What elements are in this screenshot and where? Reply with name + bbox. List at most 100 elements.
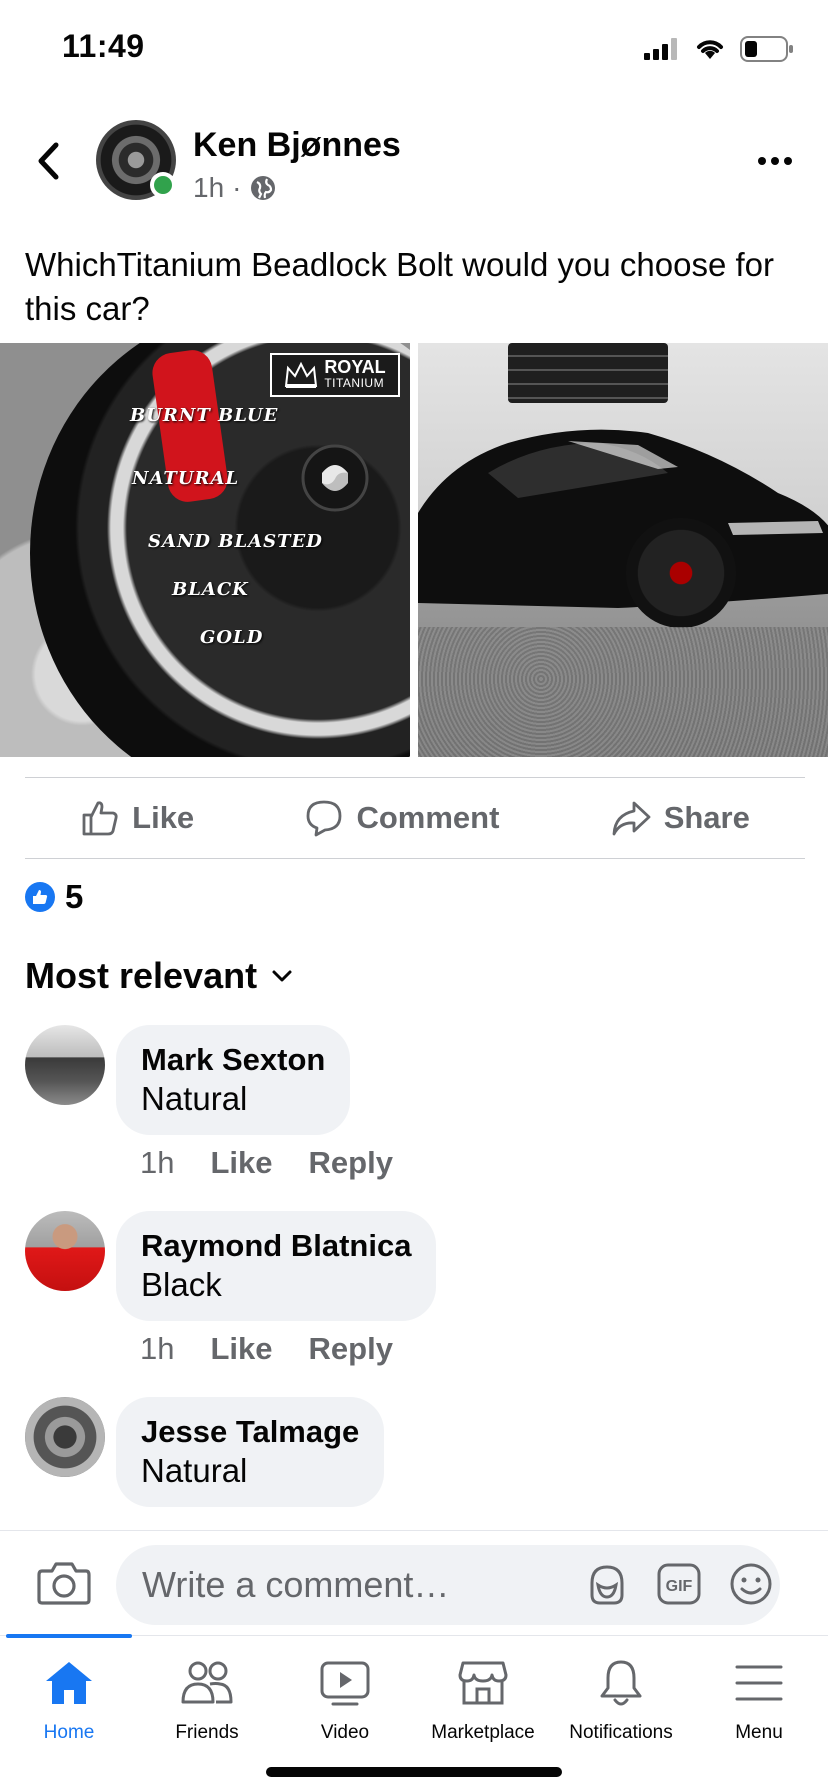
tab-label: Menu	[735, 1722, 783, 1743]
bolt-option-label: GOLD	[200, 627, 264, 648]
reactions-summary[interactable]: 5	[25, 878, 83, 916]
author-name[interactable]: Ken Bjønnes	[193, 126, 401, 165]
floor-graphic	[418, 627, 828, 757]
comment-bubble[interactable]: Mark Sexton Natural	[116, 1025, 351, 1135]
camera-icon	[37, 1562, 91, 1605]
tab-video[interactable]: Video	[276, 1658, 414, 1744]
composer-icons: GIF	[584, 1561, 774, 1607]
comment-meta: 1h Like Reply	[140, 1145, 393, 1181]
commenter-name[interactable]: Raymond Blatnica	[141, 1227, 411, 1265]
bolt-option-label: BURNT BLUE	[130, 405, 279, 426]
cellular-signal-icon	[644, 38, 677, 60]
meta-separator: ·	[232, 172, 242, 203]
online-status-dot	[150, 172, 176, 198]
car-wheel-graphic	[626, 518, 736, 628]
logo-subtitle: TITANIUM	[324, 376, 385, 390]
post-header: Ken Bjønnes 1h ·	[0, 110, 828, 220]
home-indicator	[266, 1767, 562, 1777]
commenter-name[interactable]: Jesse Talmage	[141, 1413, 359, 1451]
menu-icon	[735, 1665, 783, 1701]
comment-meta: 1h Like Reply	[140, 1331, 393, 1367]
comment-text: Natural	[141, 1452, 248, 1489]
tab-label: Marketplace	[431, 1722, 535, 1743]
tab-label: Notifications	[569, 1722, 673, 1743]
chevron-down-icon	[272, 970, 292, 982]
thumbs-up-icon	[82, 801, 118, 836]
sort-label: Most relevant	[25, 955, 258, 996]
more-dot-icon	[758, 157, 766, 165]
wifi-icon	[697, 40, 723, 59]
camera-button[interactable]	[36, 1559, 92, 1609]
share-label: Share	[663, 800, 750, 835]
comment-icon	[307, 800, 342, 837]
video-icon	[320, 1661, 370, 1706]
tab-friends[interactable]: Friends	[138, 1658, 276, 1744]
wheel-hub-logo	[301, 444, 369, 512]
bell-icon	[600, 1660, 642, 1706]
status-icons	[644, 36, 794, 62]
tab-label: Friends	[175, 1722, 239, 1743]
photo-black-mustang[interactable]	[418, 343, 828, 757]
comment-bubble[interactable]: Jesse Talmage Natural	[116, 1397, 385, 1507]
comment-composer: GIF	[0, 1530, 828, 1635]
post-text: WhichTitanium Beadlock Bolt would you ch…	[25, 246, 774, 327]
thumbs-up-icon	[33, 890, 48, 904]
friends-icon	[181, 1661, 233, 1704]
commenter-avatar[interactable]	[25, 1211, 105, 1291]
post-time: 1h	[193, 172, 225, 203]
tab-menu[interactable]: Menu	[690, 1658, 828, 1744]
comment-reply-button[interactable]: Reply	[309, 1331, 393, 1367]
more-dot-icon	[784, 157, 792, 165]
globe-icon	[251, 176, 276, 200]
marketplace-icon	[458, 1661, 508, 1705]
car-graphic	[418, 429, 828, 608]
avatar-sticker-icon[interactable]	[584, 1561, 630, 1607]
share-icon	[612, 801, 651, 836]
active-tab-indicator	[6, 1634, 132, 1638]
comment-time: 1h	[140, 1331, 175, 1366]
bolt-option-label: BLACK	[172, 579, 249, 600]
comment-text: Black	[141, 1266, 222, 1303]
comment-like-button[interactable]: Like	[210, 1145, 272, 1181]
battery-icon	[740, 36, 793, 62]
tab-notifications[interactable]: Notifications	[552, 1658, 690, 1744]
comment-button[interactable]: Comment	[304, 798, 499, 838]
tab-marketplace[interactable]: Marketplace	[414, 1658, 552, 1744]
comment-text: Natural	[141, 1080, 248, 1117]
reaction-count: 5	[65, 878, 84, 915]
like-label: Like	[132, 800, 195, 835]
royal-titanium-logo: ROYAL TITANIUM	[270, 353, 400, 397]
status-bar: 11:49	[0, 0, 828, 100]
commenter-avatar[interactable]	[25, 1025, 105, 1105]
bolt-option-label: NATURAL	[132, 468, 240, 489]
comment-sort-dropdown[interactable]: Most relevant	[25, 955, 293, 997]
post-photos: ROYAL TITANIUM BURNT BLUE NATURAL SAND B…	[0, 343, 828, 757]
back-button[interactable]	[28, 136, 68, 186]
comment-reply-button[interactable]: Reply	[309, 1145, 393, 1181]
comment-time: 1h	[140, 1145, 175, 1180]
commenter-avatar[interactable]	[25, 1397, 105, 1477]
more-options-button[interactable]	[750, 146, 800, 176]
crown-icon	[285, 361, 318, 388]
tire-stack-graphic	[508, 343, 668, 403]
more-dot-icon	[771, 157, 779, 165]
gif-icon[interactable]: GIF	[656, 1561, 702, 1607]
svg-text:GIF: GIF	[666, 1578, 693, 1595]
like-reaction-icon	[25, 882, 55, 912]
bolt-option-label: SAND BLASTED	[148, 531, 323, 552]
comment-like-button[interactable]: Like	[210, 1331, 272, 1367]
tab-label: Home	[43, 1722, 95, 1743]
tab-label: Video	[320, 1722, 370, 1743]
chevron-left-icon	[38, 142, 59, 180]
comment-bubble[interactable]: Raymond Blatnica Black	[116, 1211, 437, 1321]
like-button[interactable]: Like	[80, 798, 194, 838]
share-button[interactable]: Share	[610, 798, 750, 838]
post-action-bar: Like Comment Share	[25, 777, 805, 859]
logo-text: ROYAL TITANIUM	[324, 358, 385, 391]
tab-home[interactable]: Home	[0, 1658, 138, 1744]
photo-wheel-bolt-options[interactable]: ROYAL TITANIUM BURNT BLUE NATURAL SAND B…	[0, 343, 410, 757]
post-meta: 1h ·	[193, 172, 277, 204]
emoji-icon[interactable]	[728, 1561, 774, 1607]
status-time: 11:49	[62, 28, 145, 64]
commenter-name[interactable]: Mark Sexton	[141, 1041, 325, 1079]
